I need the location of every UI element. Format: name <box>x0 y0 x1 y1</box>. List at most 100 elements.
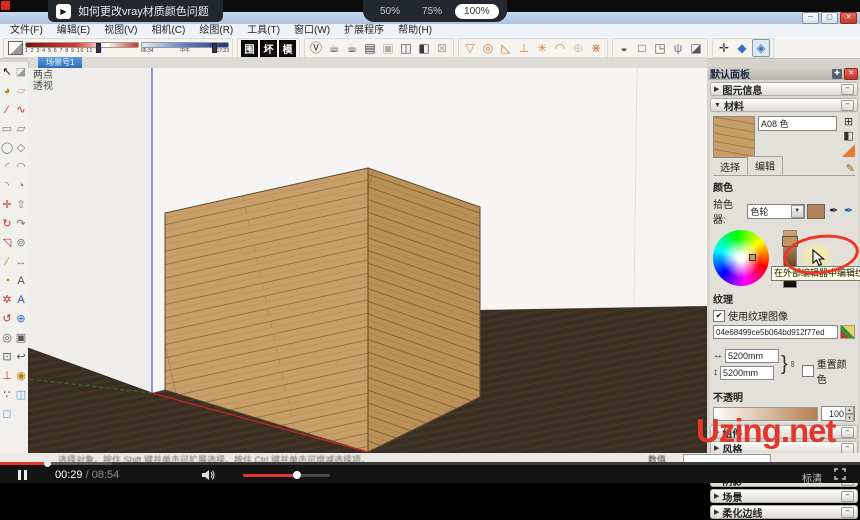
collapse-button[interactable]: – <box>841 83 854 95</box>
section-entity-info[interactable]: ▶ 图元信息 – <box>710 82 858 97</box>
rotated-rectangle-tool[interactable]: ▱ <box>14 119 28 138</box>
collapse-button[interactable]: – <box>841 442 854 454</box>
model-viewport[interactable]: 两点 透视 <box>28 68 707 453</box>
follow-me-tool[interactable]: ↷ <box>14 214 28 233</box>
shadow-date-slider[interactable]: 1 2 3 4 5 6 7 8 9 10 11 12 <box>25 42 139 54</box>
orbit-tool[interactable]: ↺ <box>0 309 14 328</box>
menu-camera[interactable]: 相机(C) <box>144 24 192 37</box>
plugin-button-huai[interactable]: 坏 <box>260 39 277 57</box>
tab-select[interactable]: 选择 <box>713 158 747 175</box>
sample-paint-icon[interactable] <box>842 144 855 157</box>
vray-sphere-fill-light-icon[interactable]: ⊕ <box>570 40 586 56</box>
menu-help[interactable]: 帮助(H) <box>391 24 439 37</box>
vray-mesh-light-icon[interactable]: ⋇ <box>588 40 604 56</box>
plugin-button-mo[interactable]: 模 <box>279 39 296 57</box>
color-picker-select[interactable]: 色轮 ▼ <box>747 203 805 219</box>
text-tool[interactable]: A <box>14 271 28 290</box>
vray-asset-editor-icon[interactable]: ◧ <box>416 40 432 56</box>
vray-fur-icon[interactable]: ψ <box>670 40 686 56</box>
solid-tool-icon[interactable]: ◆ <box>734 40 750 56</box>
scene-tab[interactable]: 场景号1 <box>38 57 83 68</box>
zoom-tool[interactable]: ◎ <box>0 328 14 347</box>
texture-height-field[interactable]: 5200mm <box>720 365 774 380</box>
vray-omni-light-icon[interactable]: ✳ <box>534 40 550 56</box>
two-point-arc-tool[interactable]: ◠ <box>14 157 28 176</box>
section-soften-edges[interactable]: ▶ 柔化边线 – <box>710 505 858 520</box>
vray-ies-light-icon[interactable]: ⊥ <box>516 40 532 56</box>
dimension-tool[interactable]: ↔ <box>14 252 28 271</box>
match-screen-color-icon[interactable]: ✒ <box>842 205 855 218</box>
vray-rt-render-icon[interactable]: ☕ <box>344 40 360 56</box>
minimize-button[interactable]: ─ <box>802 12 819 24</box>
video-zoom-50[interactable]: 50% <box>371 4 409 19</box>
vray-batch-render-icon[interactable]: ▣ <box>380 40 396 56</box>
video-progress-bar[interactable] <box>0 460 860 467</box>
match-object-color-icon[interactable]: ✒ <box>827 205 840 218</box>
vray-render-icon[interactable]: ☕ <box>326 40 342 56</box>
pie-tool[interactable]: ◔ <box>14 176 28 195</box>
spin-up-icon[interactable]: ▲ <box>845 405 854 414</box>
section-plane-tool[interactable]: ◫ <box>14 385 28 404</box>
dropdown-arrow-icon[interactable]: ▼ <box>790 204 804 218</box>
vray-infinite-plane-icon[interactable]: ◒ <box>616 40 632 56</box>
volume-handle[interactable] <box>293 471 301 479</box>
volume-slider[interactable] <box>243 471 330 479</box>
position-camera-tool[interactable]: ⊥ <box>0 366 14 385</box>
menu-extensions[interactable]: 扩展程序 <box>337 24 391 37</box>
shadow-time-slider[interactable]: 06:34 中午 17:23 <box>141 42 229 54</box>
solid-tool-active-icon[interactable]: ◈ <box>752 39 770 57</box>
protractor-tool[interactable]: ◔ <box>0 271 14 290</box>
menu-window[interactable]: 窗口(W) <box>287 24 337 37</box>
edit-texture-image-icon[interactable] <box>840 325 855 339</box>
menu-view[interactable]: 视图(V) <box>97 24 144 37</box>
menu-edit[interactable]: 编辑(E) <box>50 24 97 37</box>
move-tool[interactable]: ✛ <box>0 195 14 214</box>
tray-close-icon[interactable]: ✕ <box>844 67 858 80</box>
push-pull-tool[interactable]: ⇧ <box>14 195 28 214</box>
paint-bucket-tool[interactable]: ◕ <box>0 81 14 100</box>
vray-rectangle-light-icon[interactable]: ▽ <box>462 40 478 56</box>
progress-handle[interactable] <box>44 460 52 467</box>
three-point-arc-tool[interactable]: ◝ <box>0 176 14 195</box>
vray-spot-light-icon[interactable]: ◺ <box>498 40 514 56</box>
rectangle-tool[interactable]: ▭ <box>0 119 14 138</box>
collapse-button[interactable]: – <box>841 426 854 438</box>
reset-color-checkbox[interactable] <box>802 365 814 377</box>
vray-proxy-export-icon[interactable]: ◳ <box>652 40 668 56</box>
line-tool[interactable]: ∕ <box>0 100 14 119</box>
make-component-tool[interactable]: ◪ <box>14 62 28 81</box>
collapse-button[interactable]: – <box>841 490 854 502</box>
walk-tool[interactable]: ∵ <box>0 385 14 404</box>
video-zoom-75[interactable]: 75% <box>413 4 451 19</box>
pencil-icon[interactable]: ✎ <box>846 162 855 175</box>
tab-edit[interactable]: 编辑 <box>747 156 783 175</box>
volume-icon[interactable] <box>202 469 216 484</box>
color-wheel[interactable] <box>713 230 769 286</box>
vray-frame-buffer-icon[interactable]: ▤ <box>362 40 378 56</box>
rotate-tool[interactable]: ↻ <box>0 214 14 233</box>
menu-tools[interactable]: 工具(T) <box>240 24 287 37</box>
polygon-tool[interactable]: ◇ <box>14 138 28 157</box>
material-name-field[interactable]: A08 色 <box>758 116 837 131</box>
spin-down-icon[interactable]: ▼ <box>845 413 854 422</box>
offset-tool[interactable]: ⊚ <box>14 233 28 252</box>
collapse-button[interactable]: – <box>841 99 854 111</box>
vray-options-icon[interactable]: Ⓥ <box>308 40 324 56</box>
plugin-button-wei[interactable]: 围 <box>241 39 258 57</box>
axes-tool[interactable]: ✲ <box>0 290 14 309</box>
vray-clipper-icon[interactable]: ◪ <box>688 40 704 56</box>
fullscreen-icon[interactable] <box>834 468 846 483</box>
previous-view-tool[interactable]: ↩ <box>14 347 28 366</box>
pause-button[interactable] <box>18 470 27 480</box>
material-thumbnail[interactable] <box>713 116 755 158</box>
move-gizmo-icon[interactable]: ✛ <box>716 40 732 56</box>
arc-tool[interactable]: ◜ <box>0 157 14 176</box>
pan-tool[interactable]: ⊕ <box>14 309 28 328</box>
chain-link-icon[interactable]: ∞ <box>788 361 798 367</box>
close-button[interactable]: ✕ <box>840 12 857 24</box>
vray-dome-light-icon[interactable]: ◠ <box>552 40 568 56</box>
restore-button[interactable]: ▢ <box>821 12 838 24</box>
zoom-extents-tool[interactable]: ⊡ <box>0 347 14 366</box>
vray-sphere-light-icon[interactable]: ◎ <box>480 40 496 56</box>
texture-file-field[interactable]: 04e68499ce5b064bd912f77ed <box>713 325 838 339</box>
